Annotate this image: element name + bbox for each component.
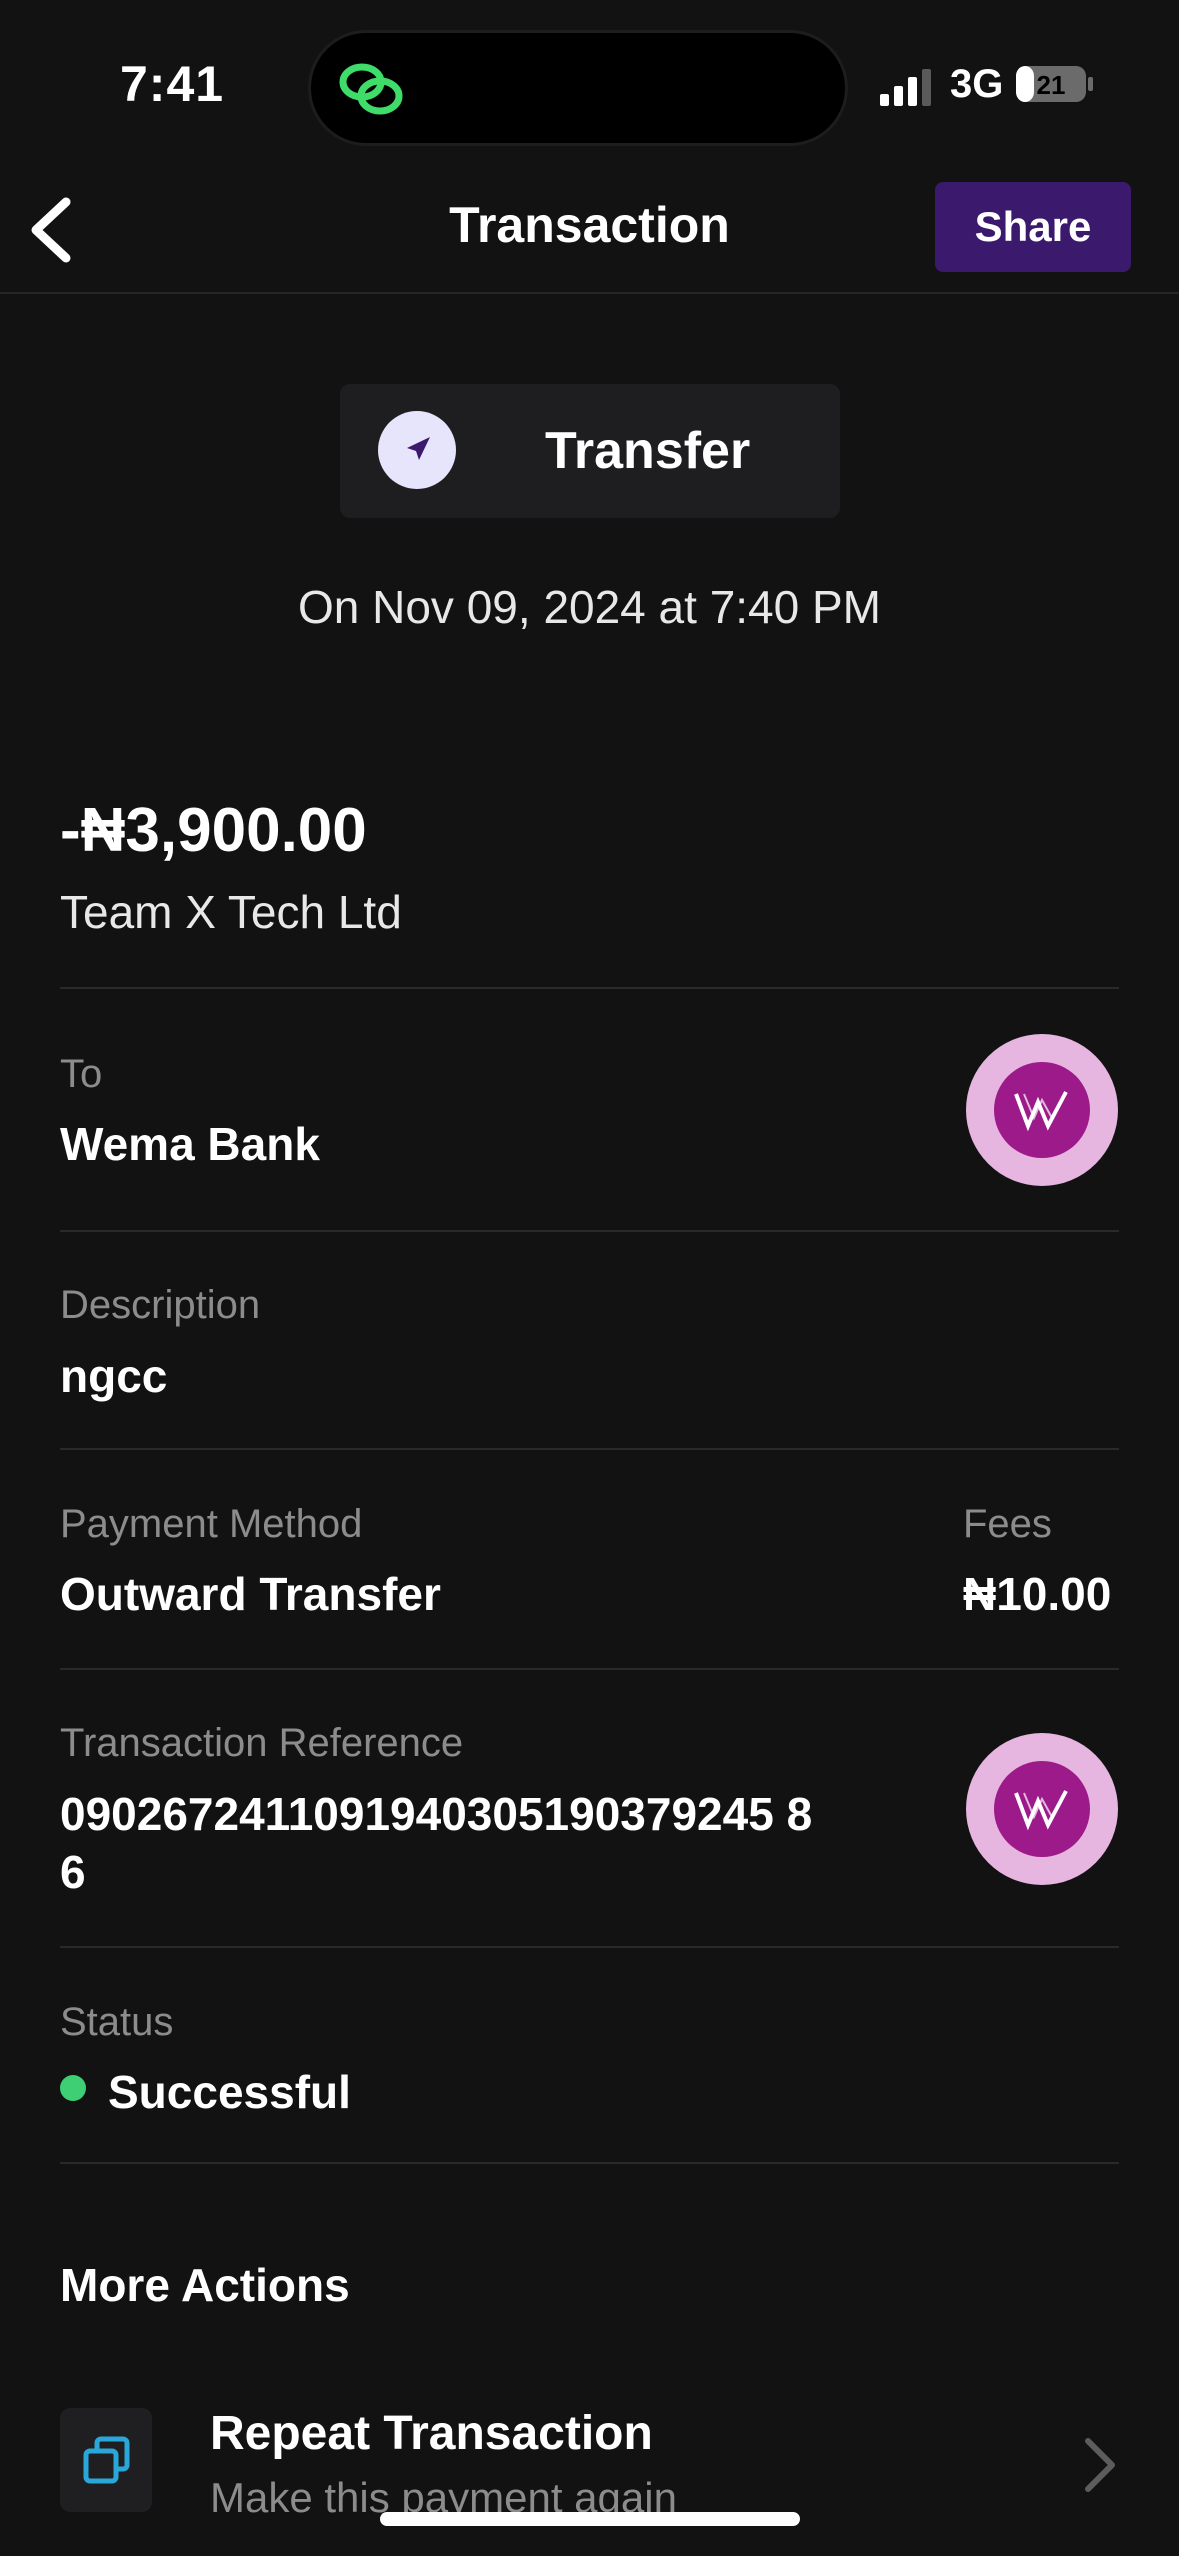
network-type: 3G [950,62,1004,106]
fees-label: Fees [963,1502,1052,1546]
description-value: ngcc [60,1350,168,1402]
reference-value-line2: 6 [60,1846,86,1898]
signal-icon [880,69,931,106]
battery-level: 21 [1037,70,1066,100]
divider [60,2162,1119,2164]
payment-method-value: Outward Transfer [60,1568,441,1620]
status-label: Status [60,2000,174,2044]
chevron-right-icon [1085,2438,1115,2492]
merchant-name: Team X Tech Ltd [60,886,402,938]
transaction-type-badge: Transfer [340,384,840,518]
wema-bank-logo [966,1733,1118,1885]
status-value: Successful [108,2066,351,2118]
bank-logo-mark [1014,1790,1068,1831]
link-icon [339,63,403,115]
divider [60,1668,1119,1670]
wema-bank-logo [966,1034,1118,1186]
status-bar: 7:41 3G 21 [0,0,1179,170]
transaction-datetime: On Nov 09, 2024 at 7:40 PM [297,581,882,633]
send-arrow-icon [378,411,456,489]
divider [60,1448,1119,1450]
divider [60,987,1119,989]
transaction-amount: -₦3,900.00 [60,796,367,865]
description-label: Description [60,1283,261,1327]
payment-method-label: Payment Method [60,1502,363,1546]
transaction-type-label: Transfer [545,422,751,480]
repeat-transaction-title: Repeat Transaction [210,2407,653,2460]
status-time: 7:41 [120,56,225,112]
reference-value-line1: 0902672411091940305190379245 8 [60,1788,813,1840]
reference-label: Transaction Reference [60,1721,464,1765]
fees-value: ₦10.00 [963,1568,1112,1620]
copy-icon [60,2408,152,2512]
repeat-transaction-row[interactable]: Repeat Transaction Make this payment aga… [60,2400,1119,2521]
status-success-dot [60,2075,86,2101]
top-nav-bar: Transaction Share [0,170,1179,294]
to-label: To [60,1052,103,1096]
bank-logo-mark [1014,1091,1068,1132]
share-button[interactable]: Share [935,182,1131,272]
battery-icon: 21 [1016,66,1093,102]
to-value: Wema Bank [60,1118,320,1170]
divider [60,1230,1119,1232]
more-actions-heading: More Actions [60,2259,350,2311]
home-indicator[interactable] [380,2512,800,2526]
divider [60,1946,1119,1948]
dynamic-island [308,30,848,146]
